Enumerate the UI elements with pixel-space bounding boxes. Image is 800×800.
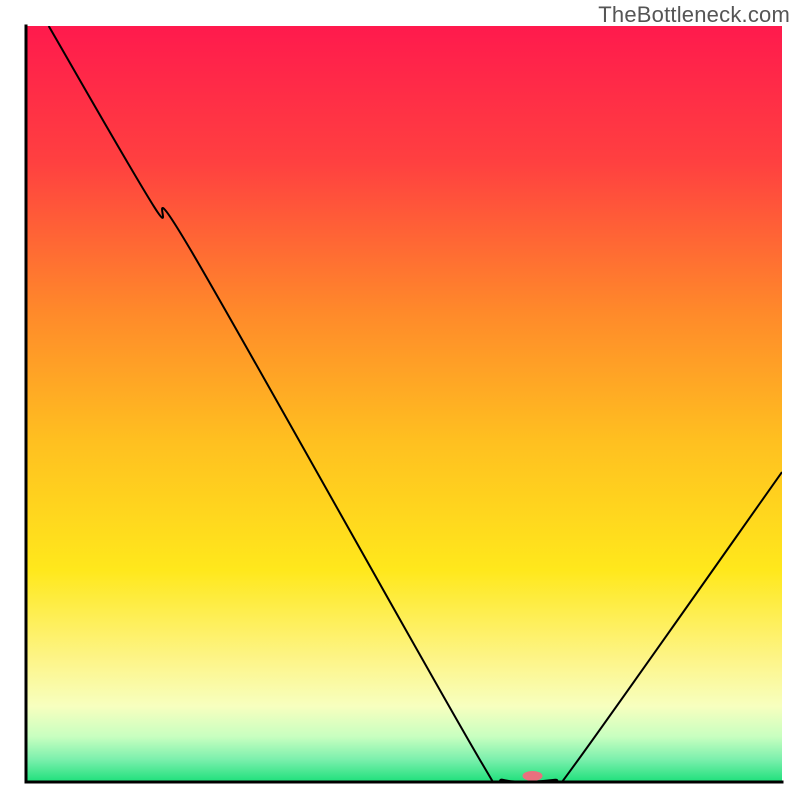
chart-container: TheBottleneck.com bbox=[0, 0, 800, 800]
plot-background bbox=[26, 26, 782, 782]
watermark-text: TheBottleneck.com bbox=[598, 2, 790, 28]
bottleneck-chart bbox=[0, 0, 800, 800]
optimal-point-marker bbox=[523, 771, 543, 781]
